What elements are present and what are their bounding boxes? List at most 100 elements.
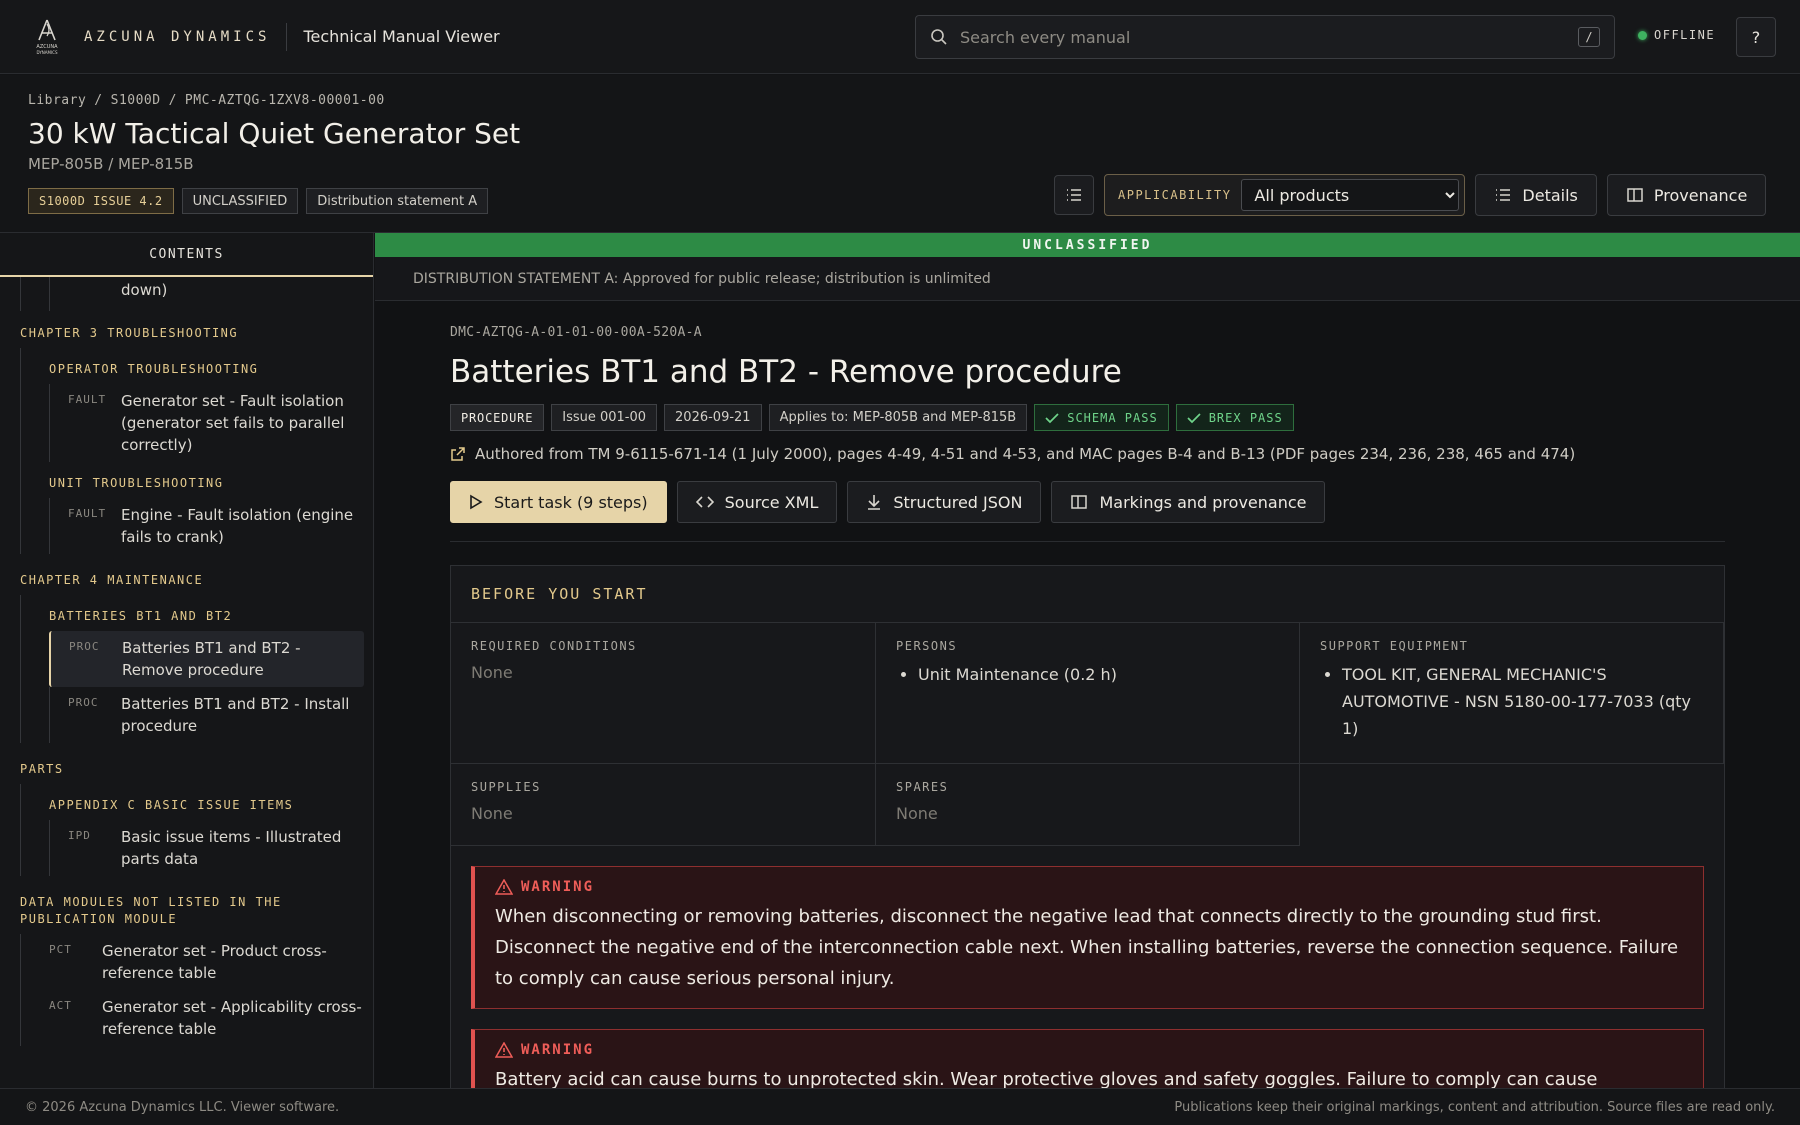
warning-header: WARNING [495, 879, 1683, 895]
header-controls: APPLICABILITY All products Details Prove… [1054, 174, 1767, 216]
status-dot-icon [1638, 30, 1647, 40]
issue-badge: Issue 001-00 [551, 404, 658, 431]
warning-triangle-icon [495, 1042, 513, 1058]
footer-note: Publications keep their original marking… [1174, 1099, 1775, 1115]
toc-chapter[interactable]: CHAPTER 4 MAINTENANCE [0, 554, 373, 595]
check-icon [1045, 412, 1059, 423]
footer: © 2026 Azcuna Dynamics LLC. Viewer softw… [0, 1088, 1800, 1125]
toc-item-title: Batteries BT1 and BT2 - Remove procedure [122, 639, 301, 679]
code-icon [695, 496, 714, 508]
supplies-value: None [471, 804, 513, 823]
footer-copyright: © 2026 Azcuna Dynamics LLC. Viewer softw… [25, 1099, 340, 1115]
search-box[interactable]: / [915, 15, 1615, 59]
warning-triangle-icon [495, 879, 513, 895]
warning-text: When disconnecting or removing batteries… [495, 906, 1679, 989]
breadcrumb-library[interactable]: Library [28, 93, 86, 108]
toc-item[interactable]: ACT Generator set - Applicability cross-… [49, 990, 373, 1046]
toc-item-kind [68, 279, 121, 301]
brand-logo[interactable]: AZCUNA DYNAMICS [28, 18, 66, 56]
toc-item-kind: PROC [69, 640, 100, 653]
publication-tags: S1000D ISSUE 4.2 UNCLASSIFIED Distributi… [28, 188, 489, 214]
persons-list: Unit Maintenance (0.2 h) [896, 661, 1279, 688]
toc-item[interactable]: PROC Batteries BT1 and BT2 - Install pro… [49, 687, 373, 743]
toc-item-kind: PROC [68, 696, 99, 709]
toc-item[interactable]: IPD Basic issue items - Illustrated part… [49, 820, 373, 876]
toc-item-title: Basic issue items - Illustrated parts da… [121, 828, 342, 868]
applicability-filter: APPLICABILITY All products [1104, 174, 1466, 216]
start-task-button[interactable]: Start task (9 steps) [450, 481, 667, 523]
toc-section[interactable]: OPERATOR TROUBLESHOOTING [20, 348, 373, 384]
preliminary-requirements: REQUIRED CONDITIONS None PERSONS Unit Ma… [451, 623, 1724, 846]
toc-section[interactable]: BATTERIES BT1 AND BT2 [20, 595, 373, 631]
applicability-select[interactable]: All products [1241, 179, 1460, 211]
help-button[interactable]: ? [1736, 17, 1776, 57]
required-conditions-label: REQUIRED CONDITIONS [471, 639, 637, 653]
top-bar: AZCUNA DYNAMICS AZCUNA DYNAMICS Technica… [0, 0, 1800, 74]
toc-item-title: Generator set - Applicability cross-refe… [102, 998, 362, 1038]
page-subtitle: MEP-805B / MEP-815B [28, 155, 194, 173]
spares-value: None [896, 804, 938, 823]
toc-item-active[interactable]: PROC Batteries BT1 and BT2 - Remove proc… [49, 631, 364, 687]
warning-text: Battery acid can cause burns to unprotec… [495, 1069, 1598, 1088]
action-bar: Start task (9 steps) Source XML Structur… [450, 481, 1725, 542]
contents-tree[interactable]: down) CHAPTER 3 TROUBLESHOOTING OPERATOR… [0, 277, 373, 1088]
structured-json-label: Structured JSON [893, 492, 1023, 512]
details-label: Details [1522, 185, 1578, 205]
play-icon [470, 494, 483, 510]
data-module-title: Batteries BT1 and BT2 - Remove procedure [450, 354, 1122, 390]
supplies-cell: SUPPLIES None [451, 764, 876, 846]
external-link-icon [451, 447, 465, 461]
toc-item-title: Generator set - Fault isolation (generat… [121, 392, 345, 454]
toc-item-title: down) [121, 281, 168, 299]
items-group: IPD Basic issue items - Illustrated part… [20, 820, 373, 876]
connection-status: OFFLINE [1638, 28, 1715, 42]
items-group: FAULT Engine - Fault isolation (engine f… [20, 498, 373, 554]
contents-sidebar: CONTENTS down) CHAPTER 3 TROUBLESHOOTING… [0, 233, 374, 1088]
toc-chapter[interactable]: DATA MODULES NOT LISTED IN THE PUBLICATI… [0, 876, 330, 934]
svg-text:DYNAMICS: DYNAMICS [37, 50, 58, 55]
check-icon [1187, 412, 1201, 423]
toc-item[interactable]: PCT Generator set - Product cross-refere… [49, 934, 373, 990]
toc-item-clipped[interactable]: down) [49, 277, 373, 311]
applicability-label: APPLICABILITY [1118, 188, 1232, 202]
provenance-button[interactable]: Provenance [1606, 174, 1767, 216]
date-badge: 2026-09-21 [664, 404, 762, 431]
panel-icon [1071, 495, 1088, 509]
issue-badge: S1000D ISSUE 4.2 [28, 188, 174, 214]
markings-provenance-button[interactable]: Markings and provenance [1051, 481, 1326, 523]
toc-chapter[interactable]: PARTS [0, 743, 373, 784]
start-task-label: Start task (9 steps) [494, 492, 648, 512]
schema-pass-label: SCHEMA PASS [1067, 410, 1158, 425]
brand-name: AZCUNA DYNAMICS [84, 28, 271, 45]
spares-label: SPARES [896, 780, 949, 794]
search-input[interactable] [960, 27, 1578, 47]
spares-cell: SPARES None [876, 764, 1300, 846]
breadcrumb-pmc: PMC-AZTQG-1ZXV8-00001-00 [184, 93, 385, 108]
classification-badge: UNCLASSIFIED [181, 188, 299, 214]
schema-pass-badge: SCHEMA PASS [1034, 404, 1169, 431]
toc-section[interactable]: APPENDIX C BASIC ISSUE ITEMS [20, 784, 373, 820]
support-equipment-list: TOOL KIT, GENERAL MECHANIC'S AUTOMOTIVE … [1320, 661, 1703, 742]
tab-contents[interactable]: CONTENTS [0, 233, 373, 277]
toc-section[interactable]: UNIT TROUBLESHOOTING [20, 462, 373, 498]
details-button[interactable]: Details [1475, 174, 1597, 216]
required-conditions-cell: REQUIRED CONDITIONS None [451, 623, 876, 764]
markings-provenance-label: Markings and provenance [1099, 492, 1307, 512]
toc-item[interactable]: FAULT Generator set - Fault isolation (g… [49, 384, 373, 462]
publication-header: Library / S1000D / PMC-AZTQG-1ZXV8-00001-00 … [0, 75, 1800, 233]
warning-label: WARNING [521, 1042, 595, 1058]
search-icon [931, 29, 947, 45]
toc-chapter[interactable]: CHAPTER 3 TROUBLESHOOTING [0, 311, 373, 348]
source-xml-button[interactable]: Source XML [676, 481, 838, 523]
toc-item-title: Batteries BT1 and BT2 - Install procedur… [121, 695, 350, 735]
toc-toggle-button[interactable] [1054, 175, 1094, 215]
breadcrumb-s1000d[interactable]: S1000D [111, 93, 161, 108]
structured-json-button[interactable]: Structured JSON [847, 481, 1042, 523]
before-you-start-heading: BEFORE YOU START [451, 566, 1724, 623]
toc-item[interactable]: FAULT Engine - Fault isolation (engine f… [49, 498, 373, 554]
empty-cell [1300, 764, 1724, 846]
distribution-badge: Distribution statement A [306, 188, 489, 214]
required-conditions-value: None [471, 663, 513, 682]
authored-source[interactable]: Authored from TM 9-6115-671-14 (1 July 2… [450, 445, 1725, 463]
breadcrumb: Library / S1000D / PMC-AZTQG-1ZXV8-00001-00 [28, 93, 385, 108]
